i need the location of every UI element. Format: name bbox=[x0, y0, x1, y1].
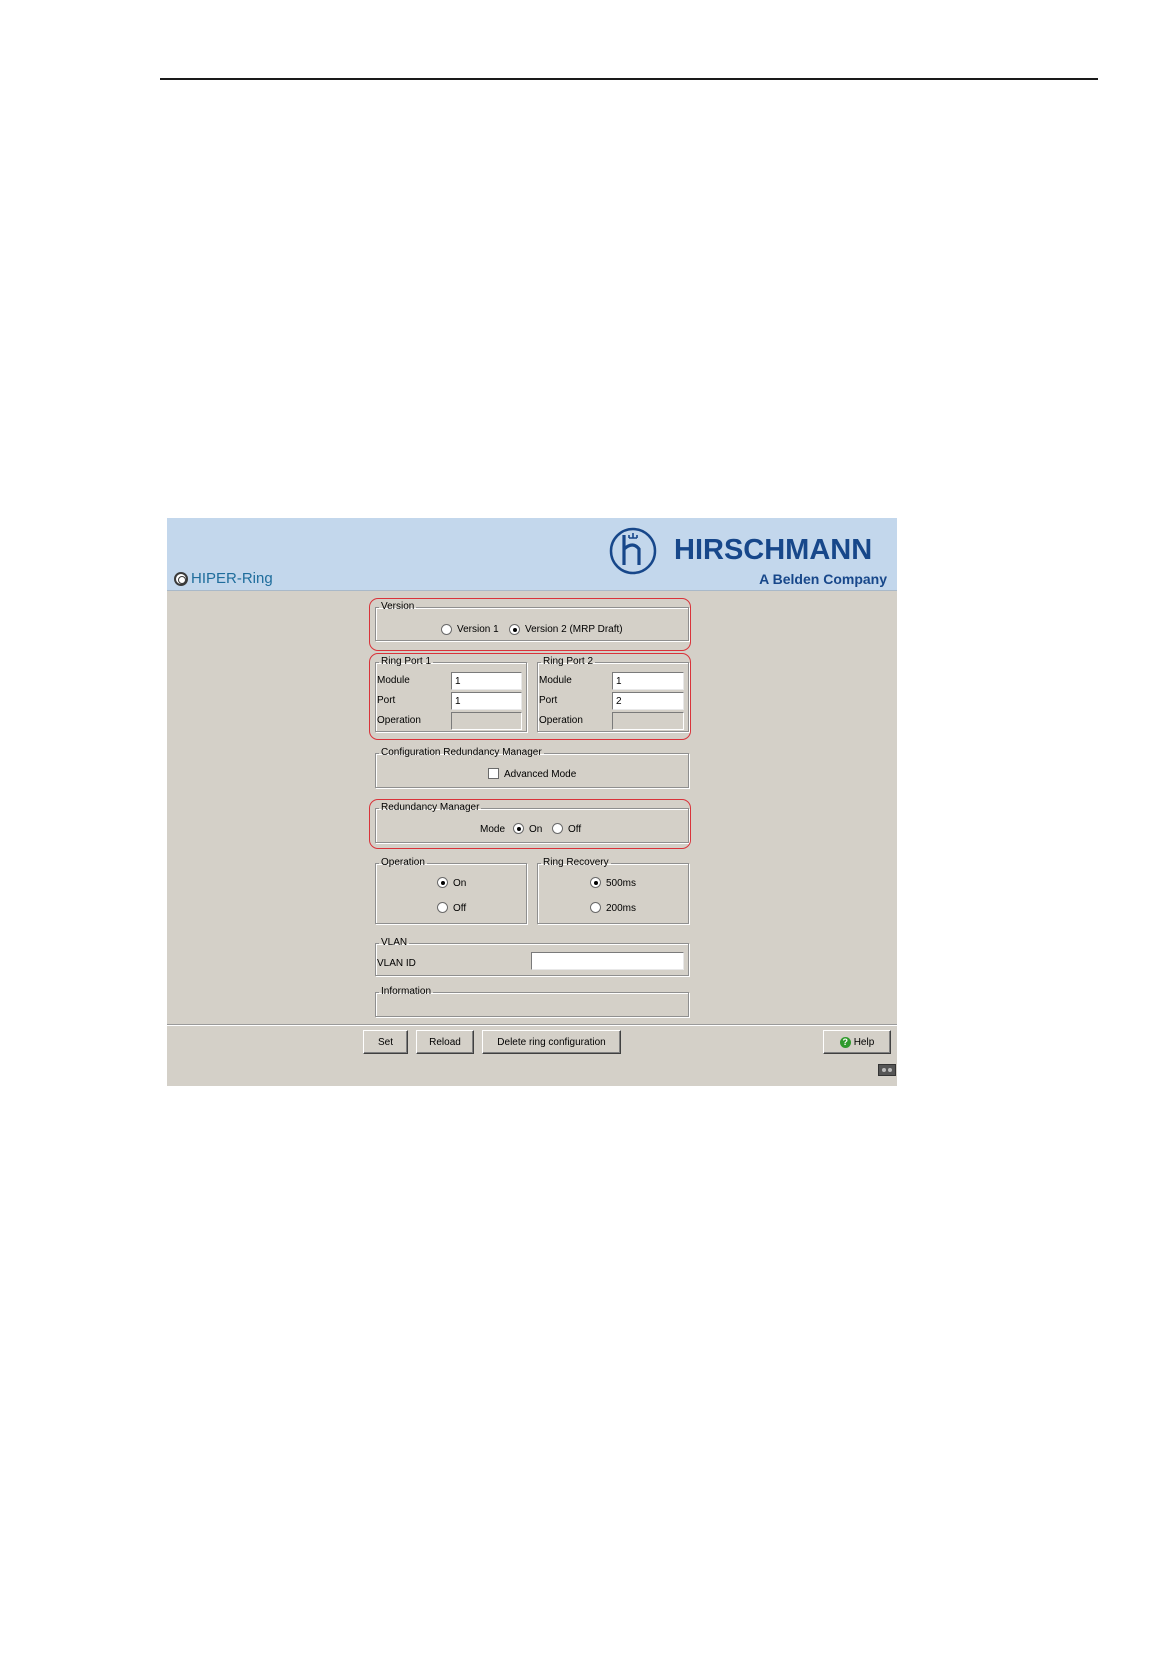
config-redundancy-manager-legend: Configuration Redundancy Manager bbox=[381, 747, 542, 758]
version-legend: Version bbox=[381, 601, 415, 612]
ring-icon bbox=[174, 571, 188, 586]
rm-mode-on-radio[interactable] bbox=[513, 823, 524, 834]
ring-port-2-module-label: Module bbox=[539, 675, 572, 686]
version-group: Version bbox=[375, 602, 689, 641]
ring-port-2-module-input[interactable] bbox=[612, 672, 684, 690]
brand-name: HIRSCHMANN bbox=[674, 534, 873, 566]
ring-recovery-500ms-radio[interactable] bbox=[590, 877, 601, 888]
hirschmann-logo-icon bbox=[609, 527, 657, 575]
rm-mode-off-radio[interactable] bbox=[552, 823, 563, 834]
header-banner: HIPER-Ring HIRSCHMANN A Belden Company bbox=[167, 518, 897, 591]
footer-separator bbox=[167, 1024, 897, 1026]
help-button-label: Help bbox=[853, 1036, 875, 1048]
vlan-legend: VLAN bbox=[381, 937, 408, 948]
ring-port-1-module-input[interactable] bbox=[451, 672, 522, 690]
vlan-id-label: VLAN ID bbox=[377, 958, 416, 969]
ring-port-2-port-label: Port bbox=[539, 695, 558, 706]
version-1-radio[interactable] bbox=[441, 624, 452, 635]
ring-recovery-group: Ring Recovery bbox=[537, 858, 689, 924]
version-2-radio[interactable] bbox=[509, 624, 520, 635]
ring-port-1-operation-label: Operation bbox=[377, 715, 421, 726]
advanced-mode-label: Advanced Mode bbox=[504, 769, 577, 780]
version-2-label: Version 2 (MRP Draft) bbox=[525, 624, 623, 635]
help-button[interactable]: ? Help bbox=[823, 1030, 891, 1054]
ring-recovery-200ms-label: 200ms bbox=[606, 903, 637, 914]
ring-recovery-200ms-radio[interactable] bbox=[590, 902, 601, 913]
ring-port-2-legend: Ring Port 2 bbox=[543, 656, 594, 667]
rm-mode-on-label: On bbox=[529, 824, 543, 835]
delete-ring-configuration-button[interactable]: Delete ring configuration bbox=[482, 1030, 621, 1054]
ring-recovery-500ms-label: 500ms bbox=[606, 878, 637, 889]
ring-port-1-module-label: Module bbox=[377, 675, 410, 686]
operation-off-label: Off bbox=[453, 903, 467, 914]
information-group: Information bbox=[375, 987, 689, 1017]
vlan-id-input[interactable] bbox=[531, 952, 684, 970]
rm-mode-label: Mode bbox=[480, 824, 506, 835]
page-rule bbox=[160, 78, 1098, 80]
help-icon: ? bbox=[839, 1036, 851, 1048]
ring-port-2-operation-label: Operation bbox=[539, 715, 583, 726]
operation-legend: Operation bbox=[381, 857, 425, 868]
reload-button[interactable]: Reload bbox=[416, 1030, 474, 1054]
ring-port-1-operation-field bbox=[451, 712, 522, 730]
ring-recovery-legend: Ring Recovery bbox=[543, 857, 609, 868]
hiper-ring-window: HIPER-Ring HIRSCHMANN A Belden Company V… bbox=[167, 518, 897, 1086]
information-legend: Information bbox=[381, 986, 432, 997]
config-redundancy-manager-group: Configuration Redundancy Manager bbox=[375, 748, 689, 788]
advanced-mode-checkbox[interactable] bbox=[488, 768, 499, 779]
ring-port-1-port-label: Port bbox=[377, 695, 396, 706]
connection-status-icon bbox=[878, 1064, 896, 1076]
operation-on-label: On bbox=[453, 878, 467, 889]
redundancy-manager-legend: Redundancy Manager bbox=[381, 802, 480, 813]
rm-mode-off-label: Off bbox=[568, 824, 582, 835]
page-title-text: HIPER-Ring bbox=[191, 570, 273, 587]
brand-tagline: A Belden Company bbox=[759, 571, 887, 587]
ring-port-1-port-input[interactable] bbox=[451, 692, 522, 710]
ring-port-2-port-input[interactable] bbox=[612, 692, 684, 710]
redundancy-manager-group: Redundancy Manager bbox=[375, 803, 689, 843]
operation-group: Operation bbox=[375, 858, 527, 924]
operation-off-radio[interactable] bbox=[437, 902, 448, 913]
ring-port-1-legend: Ring Port 1 bbox=[381, 656, 432, 667]
operation-on-radio[interactable] bbox=[437, 877, 448, 888]
version-1-label: Version 1 bbox=[457, 624, 499, 635]
page-title: HIPER-Ring bbox=[174, 570, 273, 587]
ring-port-2-operation-field bbox=[612, 712, 684, 730]
set-button[interactable]: Set bbox=[363, 1030, 408, 1054]
